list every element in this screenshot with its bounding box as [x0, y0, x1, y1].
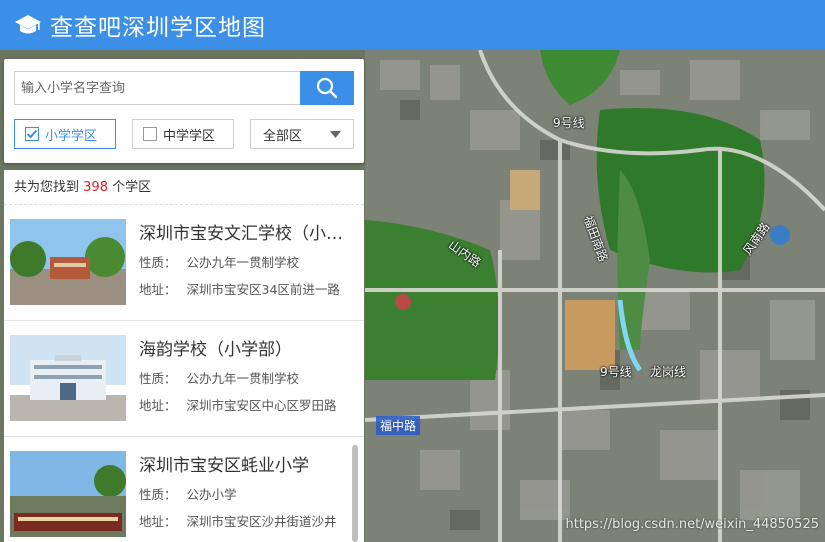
watermark: https://blog.csdn.net/weixin_44850525 [565, 517, 819, 532]
school-address-row: 地址： 深圳市宝安区沙井街道沙井 [139, 514, 337, 529]
school-photo [10, 219, 126, 305]
school-name[interactable]: 深圳市宝安区蚝业小学 [139, 451, 359, 476]
checkbox-unchecked-icon[interactable] [143, 127, 157, 141]
district-select[interactable]: 全部区 [250, 119, 354, 149]
school-type-row: 性质： 公办九年一贯制学校 [139, 255, 300, 270]
school-name[interactable]: 海韵学校（小学部） [139, 335, 359, 360]
result-count-suffix: 个学区 [112, 180, 152, 195]
filter-middle-label: 中学学区 [163, 128, 216, 144]
search-input[interactable] [14, 71, 301, 105]
page-title: 查查吧深圳学区地图 [50, 15, 266, 41]
map-label-line9-top: 9号线 [553, 116, 585, 130]
school-list-item[interactable]: 海韵学校（小学部） 性质： 公办九年一贯制学校 地址： 深圳市宝安区中心区罗田路 [4, 321, 364, 437]
result-count-prefix: 共为您找到 [14, 180, 80, 195]
school-list-item[interactable]: 深圳市宝安文汇学校（小学部） 性质： 公办九年一贯制学校 地址： 深圳市宝安区34区… [4, 205, 364, 321]
result-count-number: 398 [83, 180, 108, 195]
school-type-row: 性质： 公办九年一贯制学校 [139, 371, 300, 386]
search-panel: 小学学区 中学学区 全部区 [4, 59, 364, 163]
school-address-row: 地址： 深圳市宝安区34区前进一路 [139, 282, 340, 297]
results-panel: 共为您找到 398 个学区 深圳市宝安文汇学校（小学部） 性质： 公办九年一贯制学… [4, 170, 364, 542]
filter-primary-label: 小学学区 [45, 128, 98, 144]
app-header: 查查吧深圳学区地图 [0, 0, 825, 50]
school-address-row: 地址： 深圳市宝安区中心区罗田路 [139, 398, 337, 413]
school-name[interactable]: 深圳市宝安文汇学校（小学部） [139, 219, 359, 244]
search-icon [316, 77, 338, 99]
school-type-row: 性质： 公办小学 [139, 487, 237, 502]
dropdown-caret-icon [330, 130, 341, 138]
checkbox-checked-icon[interactable] [25, 127, 39, 141]
filter-middle-school[interactable]: 中学学区 [132, 119, 234, 149]
map-label-fuzhong-road: 福中路 [376, 416, 421, 435]
graduation-cap-icon [15, 15, 41, 34]
filter-primary-school[interactable]: 小学学区 [14, 119, 116, 149]
district-select-label: 全部区 [263, 128, 303, 144]
list-scrollbar[interactable] [352, 445, 358, 542]
school-photo [10, 335, 126, 421]
search-button[interactable] [300, 71, 354, 105]
school-photo [10, 451, 126, 537]
school-list-item[interactable]: 深圳市宝安区蚝业小学 性质： 公办小学 地址： 深圳市宝安区沙井街道沙井 [4, 437, 364, 542]
result-count: 共为您找到 398 个学区 [4, 170, 364, 205]
map-label-line9-bottom: 9号线 [600, 365, 632, 379]
map-label-longhua: 龙岗线 [650, 365, 687, 379]
